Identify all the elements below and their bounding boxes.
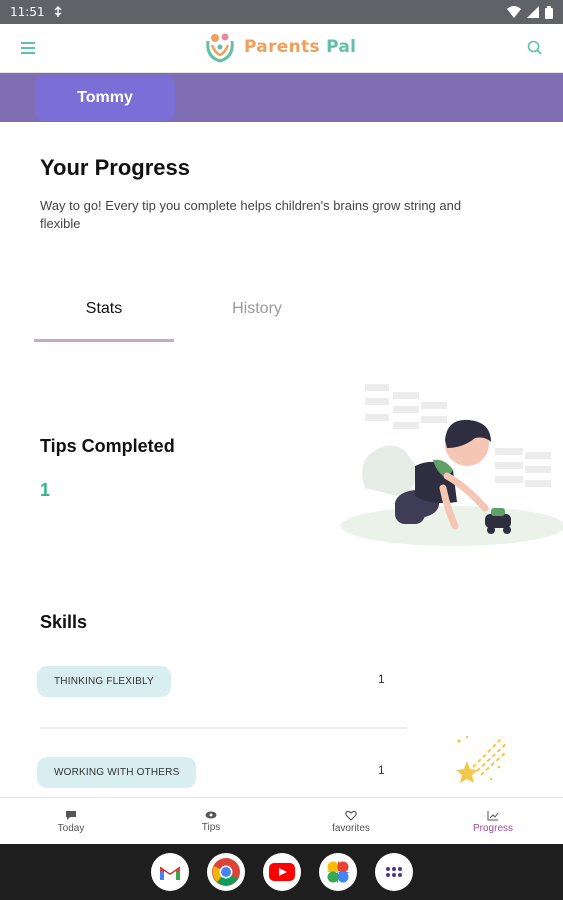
nav-favorites-label: favorites — [332, 822, 370, 834]
chart-icon — [487, 810, 499, 820]
logo-text-pal: Pal — [326, 37, 357, 57]
youtube-icon[interactable] — [263, 853, 301, 891]
shooting-stars-icon — [456, 735, 508, 783]
wifi-icon — [507, 6, 521, 18]
heart-icon — [345, 810, 357, 821]
chrome-icon[interactable] — [207, 853, 245, 891]
skill-count: 1 — [378, 763, 385, 777]
tips-completed-title: Tips Completed — [40, 436, 175, 456]
skill-divider — [40, 727, 406, 729]
search-icon[interactable] — [525, 38, 545, 58]
app-drawer-icon[interactable] — [375, 853, 413, 891]
eye-icon — [205, 811, 217, 819]
nav-tips-label: Tips — [201, 822, 221, 833]
child-selector-bar: Tommy — [0, 73, 563, 122]
child-playing-illustration — [341, 384, 563, 546]
family-logo-icon — [206, 33, 234, 63]
bottom-navigation: Today Tips favorites Progress — [0, 797, 563, 844]
nav-favorites[interactable]: favorites — [320, 798, 382, 845]
signal-icon — [527, 6, 539, 18]
battery-icon — [545, 5, 553, 19]
tab-stats[interactable]: Stats — [34, 300, 174, 342]
photos-icon[interactable] — [319, 853, 357, 891]
skills-title: Skills — [40, 612, 88, 632]
nav-today[interactable]: Today — [40, 798, 102, 845]
status-bar: 11:51 — [0, 0, 563, 24]
skill-count: 1 — [378, 672, 385, 686]
skill-chip-thinking-flexibly[interactable]: THINKING FLEXIBLY — [37, 666, 171, 697]
app-logo: Parents Pal — [202, 27, 356, 67]
page-subtitle: Way to go! Every tip you complete helps … — [40, 198, 462, 231]
gmail-icon[interactable] — [151, 853, 189, 891]
child-tab-tommy[interactable]: Tommy — [35, 75, 175, 121]
nav-today-label: Today — [57, 822, 85, 834]
page-title: Your Progress — [40, 155, 190, 180]
nav-progress-label: Progress — [472, 822, 513, 834]
usb-debug-icon — [54, 6, 62, 17]
nav-progress[interactable]: Progress — [462, 798, 524, 845]
status-time: 11:51 — [10, 5, 45, 19]
skill-chip-working-with-others[interactable]: WORKING WITH OTHERS — [37, 757, 197, 788]
app-bar: Parents Pal — [0, 24, 563, 73]
hamburger-menu-icon[interactable] — [18, 38, 38, 58]
tab-stats-label: Stats — [85, 300, 123, 317]
nav-tips[interactable]: Tips — [180, 798, 242, 845]
tips-completed-count: 1 — [40, 480, 51, 500]
tab-history-label: History — [232, 300, 282, 317]
system-dock — [0, 844, 563, 900]
logo-text-parents: Parents — [244, 37, 320, 57]
tab-history[interactable]: History — [187, 300, 327, 342]
chat-bubble-icon — [66, 810, 76, 820]
